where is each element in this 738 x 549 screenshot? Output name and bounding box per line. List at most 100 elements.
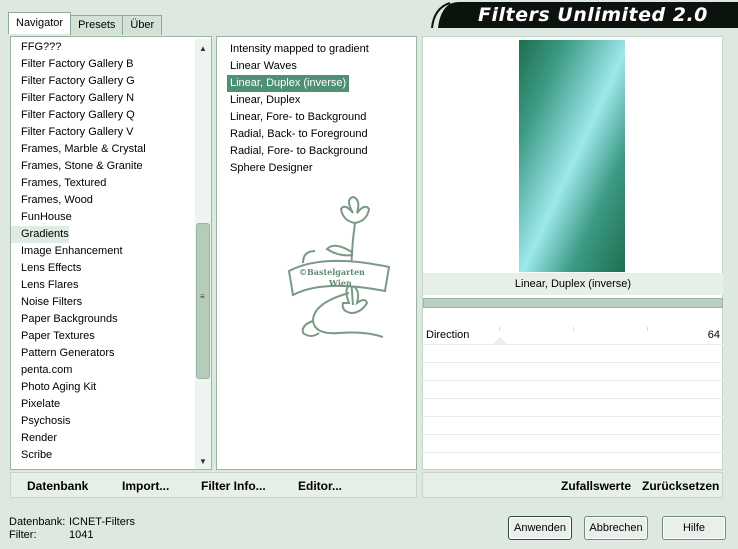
import-button[interactable]: Import... <box>122 479 169 493</box>
filter-item[interactable]: Linear, Fore- to Background <box>227 109 372 126</box>
param-value: 64 <box>707 329 720 341</box>
tab-navigator[interactable]: Navigator <box>8 12 72 34</box>
category-item[interactable]: Pixelate <box>11 396 193 413</box>
scroll-thumb[interactable]: ≡ <box>196 223 210 379</box>
filter-item[interactable]: Linear, Duplex (inverse) <box>227 75 372 92</box>
category-item-label: FunHouse <box>21 211 72 223</box>
category-item[interactable]: Frames, Textured <box>11 175 193 192</box>
filter-item-label: Linear, Duplex <box>230 94 301 106</box>
category-item-label: Render <box>21 432 58 444</box>
filter-item-label: Intensity mapped to gradient <box>230 43 369 55</box>
param-row-empty <box>423 435 723 453</box>
category-item-label: penta.com <box>21 364 73 376</box>
category-item[interactable]: Filter Factory Gallery Q <box>11 107 193 124</box>
category-item[interactable]: Paper Backgrounds <box>11 311 193 328</box>
filter-value: 1041 <box>69 529 94 541</box>
category-item[interactable]: Filter Factory Gallery V <box>11 124 193 141</box>
param-row-empty <box>423 363 723 381</box>
right-toolbar: Zufallswerte Zurücksetzen <box>422 472 723 498</box>
category-item-label: Frames, Marble & Crystal <box>21 143 146 155</box>
current-filter-name: Linear, Duplex (inverse) <box>423 273 723 295</box>
category-item[interactable]: Filter Factory Gallery N <box>11 90 193 107</box>
category-item[interactable]: Render <box>11 430 193 447</box>
apply-button[interactable]: Anwenden <box>508 516 572 540</box>
grip-icon: ≡ <box>200 292 205 301</box>
category-item[interactable]: Photo Aging Kit <box>11 379 193 396</box>
database-info: Datenbank: ICNET-Filters <box>9 516 135 528</box>
database-button[interactable]: Datenbank <box>27 479 88 493</box>
category-scrollbar[interactable]: ▲ ≡ ▼ <box>195 39 211 469</box>
filter-item-label: Sphere Designer <box>230 162 313 174</box>
category-item-label: Noise Filters <box>21 296 83 308</box>
filter-info-button[interactable]: Filter Info... <box>201 479 266 493</box>
category-item[interactable]: Gradients <box>11 226 193 243</box>
tab-about[interactable]: Über <box>122 15 163 35</box>
watermark-line2: Wien <box>328 278 352 288</box>
category-item-label: Frames, Wood <box>21 194 93 206</box>
category-item[interactable]: Noise Filters <box>11 294 193 311</box>
database-value: ICNET-Filters <box>69 516 135 528</box>
scroll-up-icon[interactable]: ▲ <box>195 42 211 56</box>
category-item-label: Filter Factory Gallery V <box>21 126 134 138</box>
reset-button[interactable]: Zurücksetzen <box>642 479 719 493</box>
category-item[interactable]: Image Enhancement <box>11 243 193 260</box>
category-item-label: Photo Aging Kit <box>21 381 97 393</box>
category-item-label: Frames, Stone & Granite <box>21 160 143 172</box>
editor-button[interactable]: Editor... <box>298 479 342 493</box>
category-item[interactable]: penta.com <box>11 362 193 379</box>
tab-bar: Navigator Presets Über <box>8 12 163 35</box>
category-item[interactable]: Pattern Generators <box>11 345 193 362</box>
help-button[interactable]: Hilfe <box>662 516 726 540</box>
category-item[interactable]: Lens Flares <box>11 277 193 294</box>
category-list[interactable]: FFG??? Filter Factory Gallery B Filter Fac… <box>11 39 193 464</box>
category-item-label: Frames, Textured <box>21 177 107 189</box>
cancel-button[interactable]: Abbrechen <box>584 516 648 540</box>
gradient-preview <box>519 40 625 272</box>
scroll-down-icon[interactable]: ▼ <box>195 455 211 469</box>
category-item[interactable]: Frames, Marble & Crystal <box>11 141 193 158</box>
filter-item[interactable]: Linear Waves <box>227 58 372 75</box>
left-toolbar: Datenbank Import... Filter Info... Edito… <box>10 472 417 498</box>
category-item[interactable]: Filter Factory Gallery B <box>11 56 193 73</box>
filter-item[interactable]: Radial, Fore- to Background <box>227 143 372 160</box>
param-row-empty <box>423 381 723 399</box>
category-item-label: FFG??? <box>21 41 62 53</box>
category-item-label: Scribe <box>21 449 53 461</box>
category-item[interactable]: Filter Factory Gallery G <box>11 73 193 90</box>
slider-marker-icon[interactable] <box>493 337 507 344</box>
param-row-empty <box>423 345 723 363</box>
filter-item[interactable]: Intensity mapped to gradient <box>227 41 372 58</box>
category-item-label: Filter Factory Gallery Q <box>21 109 135 121</box>
filter-count-info: Filter: 1041 <box>9 529 93 541</box>
random-values-button[interactable]: Zufallswerte <box>561 479 631 493</box>
app-title: Filters Unlimited 2.0 <box>478 4 708 26</box>
category-item-label: Psychosis <box>21 415 71 427</box>
filter-item[interactable]: Linear, Duplex <box>227 92 372 109</box>
filter-item-label: Radial, Fore- to Background <box>230 145 368 157</box>
filter-item-label: Linear, Duplex (inverse) <box>227 75 350 92</box>
watermark-line1: ©Bastelgarten <box>299 267 365 277</box>
category-item-label: Pattern Generators <box>21 347 115 359</box>
category-item-label: Paper Backgrounds <box>21 313 118 325</box>
category-item-label: Pixelate <box>21 398 61 410</box>
category-item[interactable]: FFG??? <box>11 39 193 56</box>
category-item[interactable]: Psychosis <box>11 413 193 430</box>
filter-item[interactable]: Sphere Designer <box>227 160 372 177</box>
preview-panel: Linear, Duplex (inverse) Direction 64 <box>422 36 723 470</box>
category-item[interactable]: Frames, Stone & Granite <box>11 158 193 175</box>
control-bar[interactable] <box>423 298 723 308</box>
filter-item[interactable]: Radial, Back- to Foreground <box>227 126 372 143</box>
bastelgarten-logo-watermark: ©Bastelgarten Wien <box>287 195 391 338</box>
tab-presets[interactable]: Presets <box>70 15 124 35</box>
category-item[interactable]: Lens Effects <box>11 260 193 277</box>
filter-list[interactable]: Intensity mapped to gradient Linear Waves… <box>227 41 372 177</box>
category-item[interactable]: Frames, Wood <box>11 192 193 209</box>
category-item[interactable]: Scribe <box>11 447 193 464</box>
category-item-label: Gradients <box>11 226 69 243</box>
param-row[interactable]: Direction 64 <box>423 327 723 345</box>
category-item-label: Filter Factory Gallery G <box>21 75 135 87</box>
category-item-label: Paper Textures <box>21 330 95 342</box>
category-item[interactable]: FunHouse <box>11 209 193 226</box>
category-item-label: Lens Flares <box>21 279 79 291</box>
category-item[interactable]: Paper Textures <box>11 328 193 345</box>
